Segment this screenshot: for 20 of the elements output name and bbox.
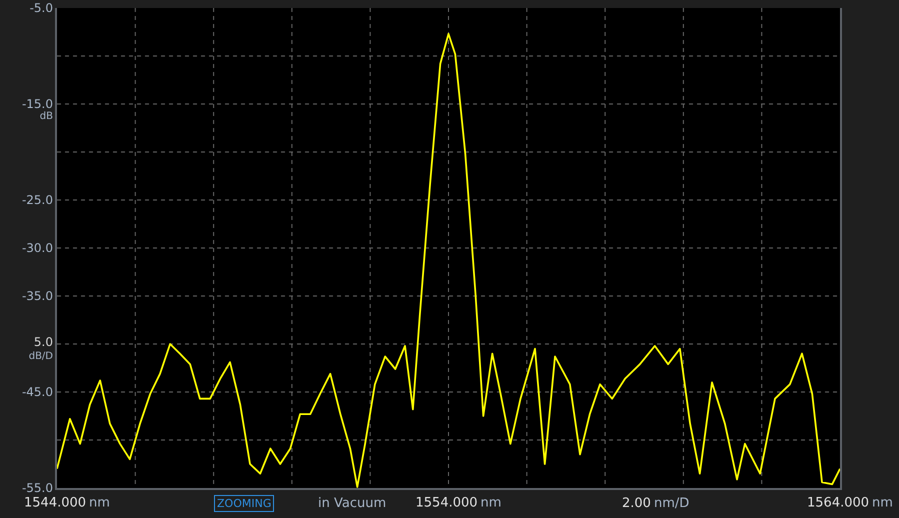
span-per-division-value: 2.00 [622, 496, 651, 510]
wavelength-tick-unit: nm [89, 496, 110, 510]
y-axis-label: -35.0 [22, 289, 53, 303]
y-axis-label: -30.0 [22, 241, 53, 255]
scale-value: 5.0 [34, 335, 53, 349]
wavelength-tick-value: 1544.000 [24, 496, 86, 510]
wavelength-tick-unit: nm [872, 496, 893, 510]
zooming-status-badge: ZOOMING [214, 494, 274, 512]
span-per-division-unit: nm/D [654, 496, 690, 510]
wavelength-tick-value: 1564.000 [807, 496, 870, 510]
y-axis-label: -25.0 [22, 193, 53, 207]
wavelength-tick-value: 1554.000 [416, 496, 478, 510]
y-axis-label: -55.0 [22, 481, 53, 495]
medium-label: in Vacuum [318, 496, 386, 510]
wavelength-tick-unit: nm [480, 496, 502, 510]
y-axis-label: -5.0 [30, 1, 53, 15]
y-unit-label: dB [40, 111, 53, 122]
y-axis-label: -15.0 [22, 97, 53, 111]
scale-unit: dB/D [28, 351, 53, 362]
y-axis-label: -45.0 [22, 385, 53, 399]
